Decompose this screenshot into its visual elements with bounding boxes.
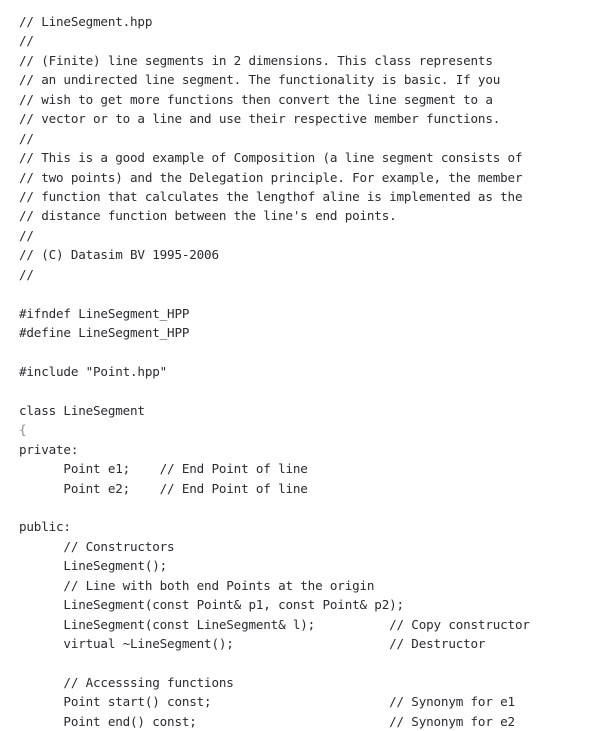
code-line: #include "Point.hpp" — [19, 363, 168, 379]
code-line: // function that calculates the lengthof… — [19, 188, 523, 204]
code-line: // Line with both end Points at the orig… — [19, 577, 375, 593]
code-line: // — [19, 227, 34, 243]
code-line: // Accesssing functions — [19, 674, 234, 690]
code-line: public: — [19, 519, 71, 535]
code-line: #define LineSegment_HPP — [19, 325, 190, 340]
code-line: // (Finite) line segments in 2 dimension… — [19, 52, 493, 68]
code-line: Point e2; // End Point of line — [19, 480, 308, 496]
code-line: LineSegment(const Point& p1, const Point… — [19, 597, 404, 613]
code-line: // LineSegment.hpp — [19, 14, 153, 29]
code-line: LineSegment(); — [19, 558, 168, 574]
code-line: // — [19, 33, 34, 49]
code-line: class LineSegment — [19, 402, 145, 418]
code-line: virtual ~LineSegment(); // Destructor — [19, 636, 486, 651]
code-line: // This is a good example of Composition… — [19, 150, 523, 166]
code-line: // wish to get more functions then conve… — [19, 91, 493, 107]
code-line: // — [19, 266, 34, 282]
code-line: // distance function between the line's … — [19, 208, 397, 224]
code-line: #ifndef LineSegment_HPP — [19, 305, 190, 321]
code-line: Point start() const; // Synonym for e1 — [19, 694, 515, 710]
code-line: private: — [19, 441, 79, 457]
code-line: { — [19, 422, 27, 438]
code-line: LineSegment(const LineSegment& l); // Co… — [19, 616, 530, 632]
code-listing: // LineSegment.hpp // // (Finite) line seg… — [0, 0, 591, 731]
code-line: Point e1; // End Point of line — [19, 461, 308, 477]
code-line: // (C) Datasim BV 1995-2006 — [19, 247, 219, 263]
code-line: // two points) and the Delegation princi… — [19, 169, 523, 185]
code-line: // Constructors — [19, 538, 175, 554]
code-line: // vector or to a line and use their res… — [19, 111, 501, 127]
code-line: // — [19, 130, 34, 146]
code-line: // an undirected line segment. The funct… — [19, 72, 501, 88]
code-line: Point end() const; // Synonym for e2 — [19, 713, 515, 729]
